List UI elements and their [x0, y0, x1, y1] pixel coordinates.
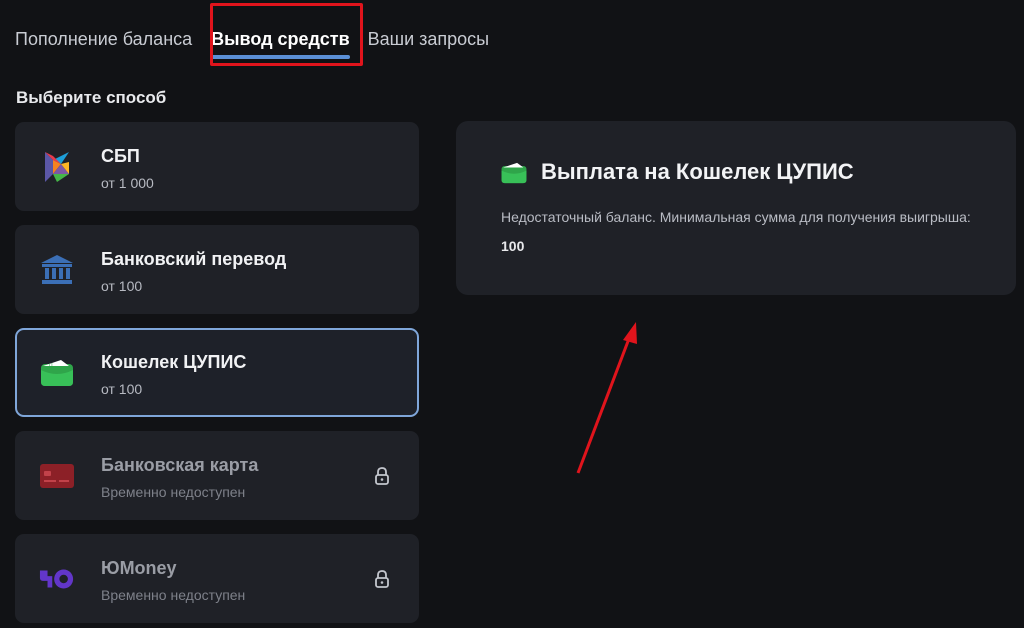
- wallet-icon: [500, 161, 528, 190]
- method-status: Временно недоступен: [101, 587, 246, 603]
- annotation-highlight-box: [210, 3, 363, 66]
- method-list: СБП от 1 000 Банковский перевод от 100 Ц…: [15, 122, 419, 628]
- payout-message-text: Недостаточный баланс. Минимальная сумма …: [501, 209, 971, 225]
- method-bank-card[interactable]: Банковская карта Временно недоступен: [15, 431, 419, 520]
- credit-card-icon: [39, 459, 75, 493]
- method-bank-transfer[interactable]: Банковский перевод от 100: [15, 225, 419, 314]
- payout-title: Выплата на Кошелек ЦУПИС: [541, 159, 854, 184]
- wallet-icon: Ц: [39, 356, 75, 390]
- section-title: Выберите способ: [16, 88, 167, 107]
- method-cupis-wallet[interactable]: Ц Кошелек ЦУПИС от 100: [15, 328, 419, 417]
- bank-building-icon: [39, 253, 75, 287]
- method-yoomoney[interactable]: ЮMoney Временно недоступен: [15, 534, 419, 623]
- yoomoney-logo-icon: [39, 562, 75, 596]
- payout-info-panel: Выплата на Кошелек ЦУПИС Недостаточный б…: [456, 121, 1016, 295]
- withdraw-page: Пополнение баланса Вывод средств Ваши за…: [0, 0, 1024, 628]
- payout-message: Недостаточный баланс. Минимальная сумма …: [501, 203, 971, 261]
- lock-icon: [372, 466, 392, 486]
- method-minimum: от 1 000: [101, 175, 154, 191]
- method-name: Банковский перевод: [101, 249, 287, 269]
- payout-min-amount: 100: [501, 238, 525, 254]
- annotation-arrow-icon: [576, 322, 637, 474]
- sbp-logo-icon: [39, 150, 75, 184]
- lock-icon: [372, 569, 392, 589]
- tab-deposit[interactable]: Пополнение баланса: [15, 22, 192, 56]
- method-status: Временно недоступен: [101, 484, 246, 500]
- method-name: Кошелек ЦУПИС: [101, 352, 247, 372]
- method-name: Банковская карта: [101, 455, 259, 475]
- method-name: СБП: [101, 146, 140, 166]
- svg-text:Ц: Ц: [49, 363, 53, 369]
- tab-requests[interactable]: Ваши запросы: [368, 22, 489, 56]
- method-minimum: от 100: [101, 278, 143, 294]
- method-sbp[interactable]: СБП от 1 000: [15, 122, 419, 211]
- method-minimum: от 100: [101, 381, 143, 397]
- method-name: ЮMoney: [101, 558, 177, 578]
